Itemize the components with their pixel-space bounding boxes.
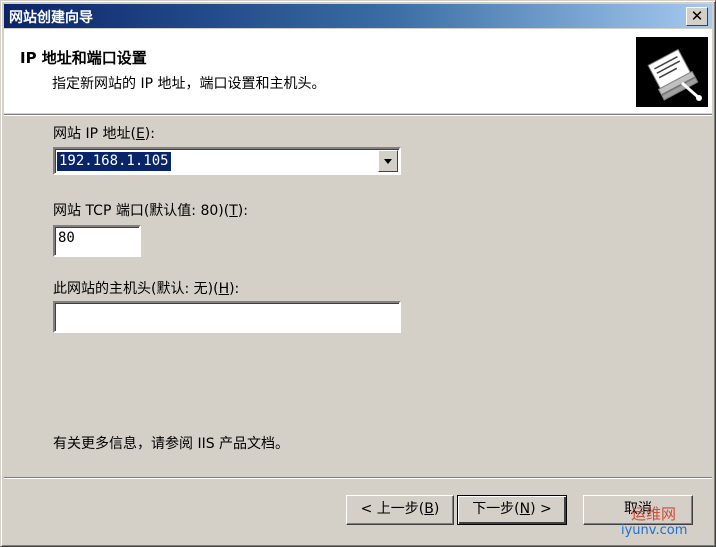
ip-address-value: 192.168.1.105 xyxy=(56,151,172,172)
page-title: IP 地址和端口设置 xyxy=(20,49,147,67)
wizard-document-icon xyxy=(636,37,708,107)
info-text: 有关更多信息，请参阅 IIS 产品文档。 xyxy=(53,436,290,452)
footer-divider xyxy=(4,477,712,479)
watermark-url: iyunv.com xyxy=(621,523,688,538)
back-button[interactable]: < 上一步(B) xyxy=(346,495,454,525)
ip-address-label: 网站 IP 地址(E): xyxy=(53,126,155,142)
next-button[interactable]: 下一步(N) > xyxy=(457,495,567,525)
header-divider xyxy=(4,114,712,116)
host-header-field[interactable] xyxy=(53,301,401,333)
dropdown-button[interactable] xyxy=(378,150,398,172)
title-bar[interactable]: 网站创建向导 ✕ xyxy=(4,4,712,28)
window-title: 网站创建向导 xyxy=(9,10,93,26)
chevron-down-icon xyxy=(384,159,392,164)
ip-address-select[interactable]: 192.168.1.105 xyxy=(53,147,401,175)
site-watermark: 运维网 iyunv.com xyxy=(607,497,715,543)
wizard-header: IP 地址和端口设置 指定新网站的 IP 地址，端口设置和主机头。 xyxy=(4,29,712,113)
tcp-port-label: 网站 TCP 端口(默认值: 80)(T): xyxy=(53,203,248,219)
page-description: 指定新网站的 IP 地址，端口设置和主机头。 xyxy=(52,76,326,92)
close-icon: ✕ xyxy=(690,7,704,25)
tcp-port-field[interactable]: 80 xyxy=(53,225,141,257)
host-header-label: 此网站的主机头(默认: 无)(H): xyxy=(53,281,240,297)
watermark-brand: 运维网 xyxy=(631,505,677,523)
close-button[interactable]: ✕ xyxy=(686,7,708,26)
wizard-window: 网站创建向导 ✕ IP 地址和端口设置 指定新网站的 IP 地址，端口设置和主机… xyxy=(0,0,716,547)
